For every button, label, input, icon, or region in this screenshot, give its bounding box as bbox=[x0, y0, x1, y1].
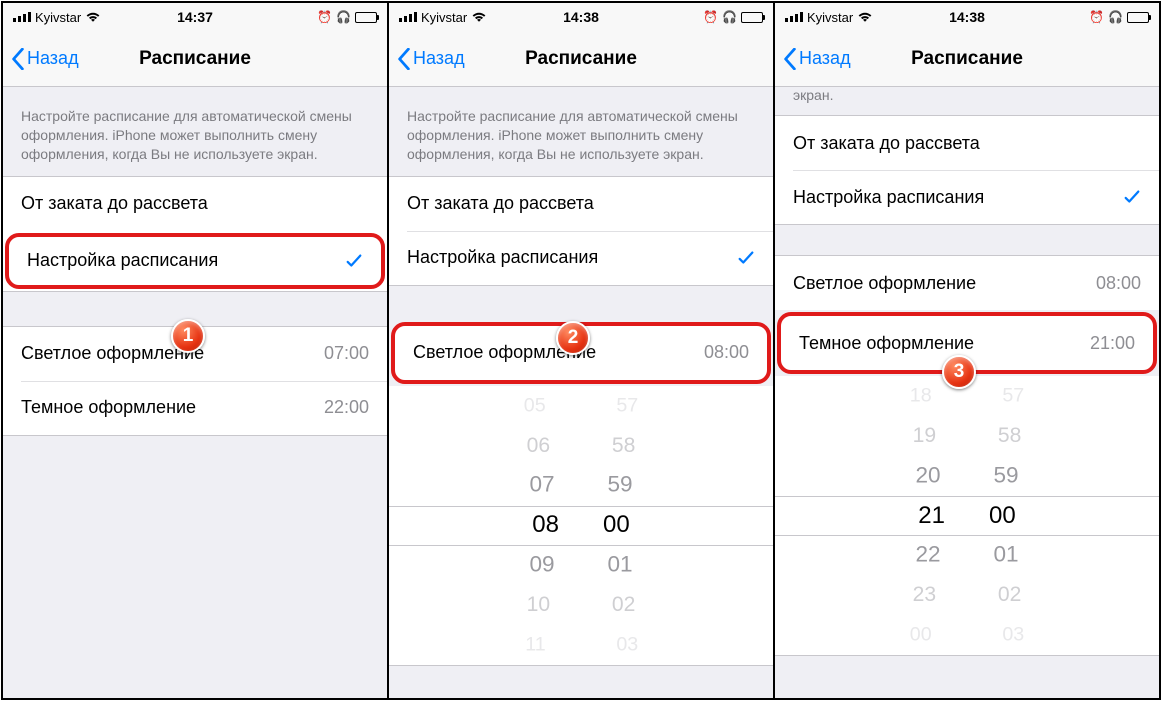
option-custom-label: Настройка расписания bbox=[407, 247, 737, 268]
chevron-left-icon bbox=[783, 48, 797, 70]
back-button[interactable]: Назад bbox=[783, 48, 851, 70]
checkmark-icon bbox=[1123, 188, 1141, 206]
option-custom-label: Настройка расписания bbox=[27, 250, 345, 271]
checkmark-icon bbox=[345, 252, 363, 270]
back-label: Назад bbox=[27, 48, 79, 69]
row-light-appearance[interactable]: Светлое оформление 08:00 bbox=[775, 256, 1159, 310]
option-sunset[interactable]: От заката до рассвета bbox=[775, 116, 1159, 170]
light-appearance-time: 08:00 bbox=[1096, 273, 1141, 294]
headphones-icon: 🎧 bbox=[336, 10, 351, 24]
section-description-partial: экран. bbox=[775, 87, 1159, 115]
back-button[interactable]: Назад bbox=[11, 48, 79, 70]
carrier-label: Kyivstar bbox=[35, 10, 81, 25]
option-sunset-label: От заката до рассвета bbox=[407, 193, 755, 214]
row-dark-appearance[interactable]: Темное оформление 22:00 bbox=[3, 381, 387, 435]
option-custom[interactable]: Настройка расписания bbox=[9, 237, 381, 285]
annotation-badge-2: 2 bbox=[556, 321, 590, 355]
annotation-badge-1: 1 bbox=[171, 319, 205, 353]
nav-header: Назад Расписание bbox=[389, 31, 773, 87]
picker-hours[interactable]: 05 06 07 08 09 10 11 bbox=[389, 386, 581, 665]
section-description: Настройте расписание для автоматической … bbox=[3, 87, 387, 176]
option-sunset[interactable]: От заката до рассвета bbox=[3, 177, 387, 231]
panel-1: Kyivstar 14:37 ⏰ 🎧 Назад Расписание Наст… bbox=[3, 3, 389, 698]
signal-icon bbox=[399, 12, 417, 22]
content: экран. От заката до рассвета Настройка р… bbox=[775, 87, 1159, 698]
carrier-label: Kyivstar bbox=[807, 10, 853, 25]
content: Настройте расписание для автоматической … bbox=[389, 87, 773, 698]
status-time: 14:38 bbox=[563, 9, 599, 25]
alarm-icon: ⏰ bbox=[703, 10, 718, 24]
dark-appearance-label: Темное оформление bbox=[799, 333, 1090, 354]
wifi-icon bbox=[85, 11, 101, 23]
schedule-type-group: От заката до рассвета Настройка расписан… bbox=[389, 176, 773, 286]
light-appearance-time: 07:00 bbox=[324, 343, 369, 364]
option-sunset-label: От заката до рассвета bbox=[21, 193, 369, 214]
picker-minutes[interactable]: 57 58 59 00 01 02 03 bbox=[967, 376, 1159, 655]
dark-appearance-label: Темное оформление bbox=[21, 397, 324, 418]
picker-hours[interactable]: 18 19 20 21 22 23 00 bbox=[775, 376, 967, 655]
option-custom[interactable]: Настройка расписания bbox=[389, 231, 773, 285]
annotation-badge-3: 3 bbox=[942, 355, 976, 389]
schedule-type-group: От заката до рассвета Настройка расписан… bbox=[3, 176, 387, 292]
battery-icon bbox=[1127, 12, 1149, 23]
time-picker[interactable]: 05 06 07 08 09 10 11 57 58 59 00 01 02 0… bbox=[389, 386, 773, 666]
section-description: Настройте расписание для автоматической … bbox=[389, 87, 773, 176]
signal-icon bbox=[785, 12, 803, 22]
battery-icon bbox=[741, 12, 763, 23]
option-custom-label: Настройка расписания bbox=[793, 187, 1123, 208]
time-picker[interactable]: 18 19 20 21 22 23 00 57 58 59 00 01 02 0… bbox=[775, 376, 1159, 656]
back-label: Назад bbox=[413, 48, 465, 69]
status-bar: Kyivstar 14:37 ⏰ 🎧 bbox=[3, 3, 387, 31]
status-bar: Kyivstar 14:38 ⏰ 🎧 bbox=[389, 3, 773, 31]
carrier-label: Kyivstar bbox=[421, 10, 467, 25]
headphones-icon: 🎧 bbox=[722, 10, 737, 24]
nav-header: Назад Расписание bbox=[3, 31, 387, 87]
headphones-icon: 🎧 bbox=[1108, 10, 1123, 24]
back-label: Назад bbox=[799, 48, 851, 69]
option-sunset[interactable]: От заката до рассвета bbox=[389, 177, 773, 231]
option-custom[interactable]: Настройка расписания bbox=[775, 170, 1159, 224]
status-time: 14:38 bbox=[949, 9, 985, 25]
status-bar: Kyivstar 14:38 ⏰ 🎧 bbox=[775, 3, 1159, 31]
signal-icon bbox=[13, 12, 31, 22]
picker-minutes[interactable]: 57 58 59 00 01 02 03 bbox=[581, 386, 773, 665]
status-time: 14:37 bbox=[177, 9, 213, 25]
nav-header: Назад Расписание bbox=[775, 31, 1159, 87]
dark-appearance-time: 22:00 bbox=[324, 397, 369, 418]
chevron-left-icon bbox=[11, 48, 25, 70]
alarm-icon: ⏰ bbox=[1089, 10, 1104, 24]
chevron-left-icon bbox=[397, 48, 411, 70]
panel-3: Kyivstar 14:38 ⏰ 🎧 Назад Расписание экра… bbox=[775, 3, 1159, 698]
light-appearance-label: Светлое оформление bbox=[21, 343, 324, 364]
back-button[interactable]: Назад bbox=[397, 48, 465, 70]
appearance-times-group: Светлое оформление 08:00 bbox=[775, 255, 1159, 310]
wifi-icon bbox=[471, 11, 487, 23]
dark-appearance-time: 21:00 bbox=[1090, 333, 1135, 354]
light-appearance-time: 08:00 bbox=[704, 342, 749, 363]
content: Настройте расписание для автоматической … bbox=[3, 87, 387, 698]
panel-2: Kyivstar 14:38 ⏰ 🎧 Назад Расписание Наст… bbox=[389, 3, 775, 698]
checkmark-icon bbox=[737, 249, 755, 267]
light-appearance-label: Светлое оформление bbox=[793, 273, 1096, 294]
battery-icon bbox=[355, 12, 377, 23]
option-sunset-label: От заката до рассвета bbox=[793, 133, 1141, 154]
alarm-icon: ⏰ bbox=[317, 10, 332, 24]
wifi-icon bbox=[857, 11, 873, 23]
schedule-type-group: От заката до рассвета Настройка расписан… bbox=[775, 115, 1159, 225]
